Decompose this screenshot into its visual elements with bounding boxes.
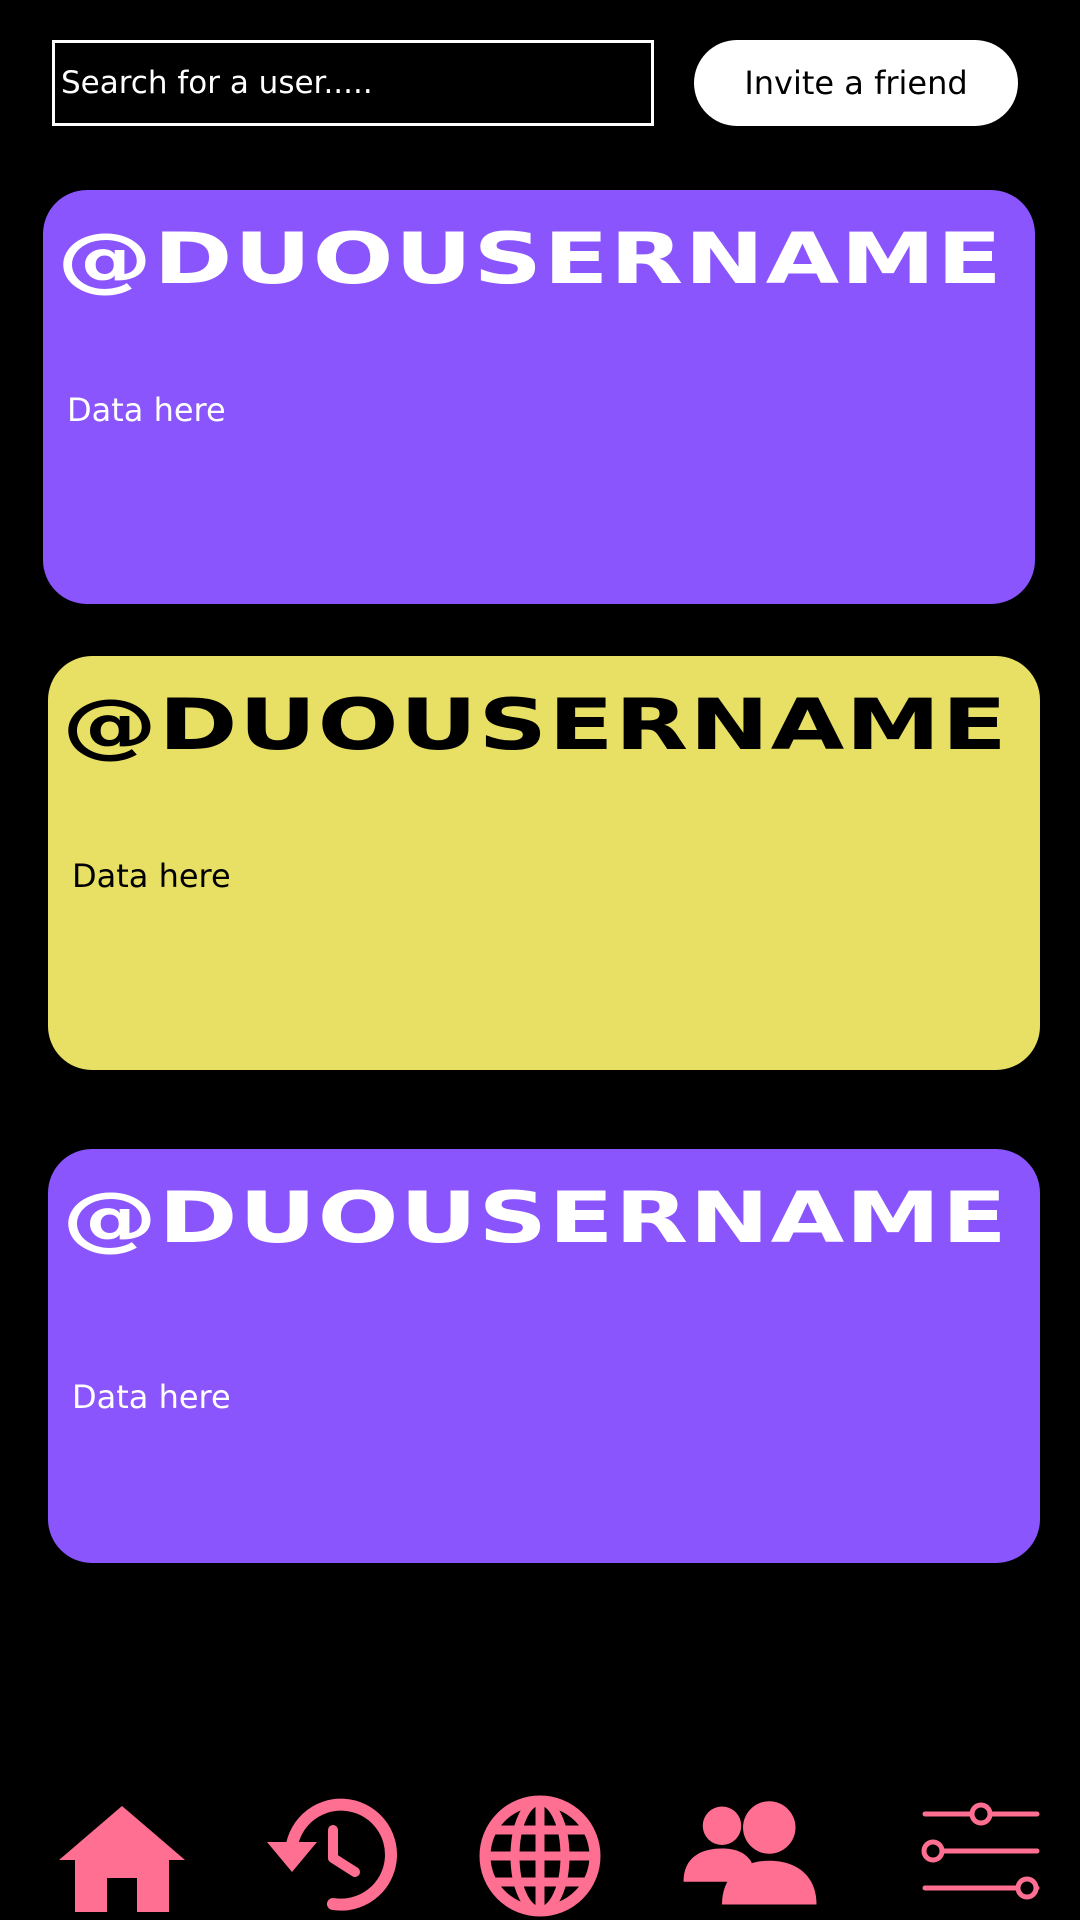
card-data-text: Data here <box>67 391 226 429</box>
home-icon <box>59 1806 185 1912</box>
history-icon <box>267 1798 397 1911</box>
nav-friends[interactable] <box>680 1792 820 1920</box>
username-label: @DUOUSERNAME <box>62 1177 1009 1259</box>
nav-globe[interactable] <box>470 1792 610 1920</box>
nav-settings[interactable] <box>908 1792 1048 1920</box>
username-label: @DUOUSERNAME <box>62 684 1009 766</box>
globe-icon <box>479 1795 601 1917</box>
search-box[interactable] <box>52 40 654 126</box>
search-input[interactable] <box>61 65 651 101</box>
nav-history[interactable] <box>263 1792 403 1920</box>
user-card[interactable]: @DUOUSERNAME Data here <box>48 656 1040 1070</box>
invite-friend-button[interactable]: Invite a friend <box>694 40 1018 126</box>
nav-home[interactable] <box>52 1792 192 1920</box>
settings-sliders-icon <box>921 1802 1040 1900</box>
card-data-text: Data here <box>72 857 231 895</box>
user-card[interactable]: @DUOUSERNAME Data here <box>43 190 1035 604</box>
bottom-nav <box>0 1780 1080 1920</box>
card-data-text: Data here <box>72 1378 231 1416</box>
username-label: @DUOUSERNAME <box>57 218 1004 300</box>
friends-icon <box>683 1801 817 1905</box>
user-card[interactable]: @DUOUSERNAME Data here <box>48 1149 1040 1563</box>
